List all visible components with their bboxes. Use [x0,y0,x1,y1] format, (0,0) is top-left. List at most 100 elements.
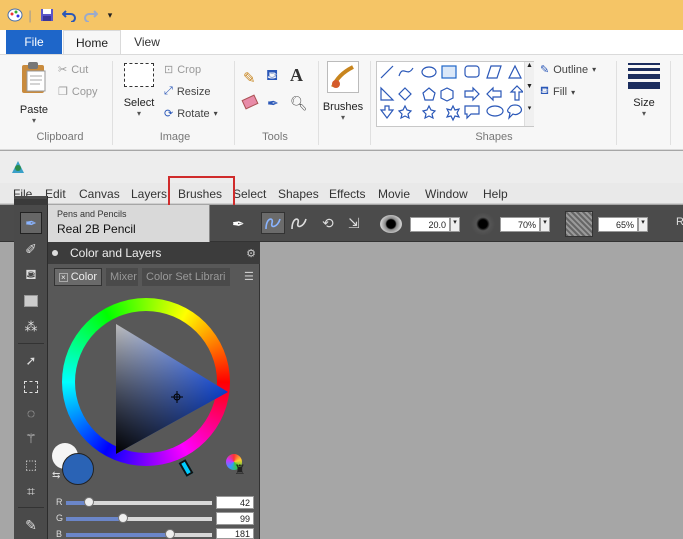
green-value-input[interactable]: 99 [216,512,254,525]
tab-color[interactable]: × Color [54,268,102,286]
panel-header[interactable]: Color and Layers ⚙ [48,242,260,264]
transform-tool-icon[interactable]: ⬚ [20,454,42,476]
blender-tool-icon[interactable]: ⁂ [20,316,42,338]
pen-tool-icon[interactable]: ✎ [20,514,42,536]
toolbox-divider [18,343,44,344]
panel-settings-icon[interactable]: ⚙ [246,247,256,260]
opacity-input[interactable]: 70% [500,217,540,232]
pencil-icon[interactable]: ✎ [243,69,256,87]
resize-button[interactable]: ⤢ Resize [164,85,210,98]
eraser-tool-icon[interactable] [20,290,42,312]
tab-view[interactable]: View [124,30,170,54]
red-value-input[interactable]: 42 [216,496,254,509]
grain-preview-icon [565,211,593,237]
opacity-dropdown-icon[interactable]: ▾ [540,217,550,232]
clone-color-icon[interactable]: ♜ [234,462,246,478]
color-picker-icon[interactable]: ✒ [267,95,279,112]
brushes-label: Brushes [322,101,364,113]
swap-colors-icon[interactable]: ⇆ [52,470,60,481]
copy-label: Copy [71,85,98,98]
dropper-tool-icon[interactable]: ✐ [20,238,42,260]
tab-file[interactable]: File [6,30,62,54]
menu-window[interactable]: Window [425,183,468,204]
panel-menu-icon[interactable]: ☰ [244,270,254,283]
red-label: R [56,497,63,507]
paste-dropdown-icon[interactable]: ▾ [32,116,36,125]
layer-adjuster-tool-icon[interactable]: ➚ [20,350,42,372]
brushes-button[interactable]: Brushes ▾ [320,61,366,127]
saturation-value-triangle[interactable] [114,322,232,458]
shapes-expand-icon[interactable]: ▾ [524,104,534,126]
brush-selector[interactable]: Pens and Pencils Real 2B Pencil [48,205,210,242]
straight-stroke-icon[interactable] [290,215,308,234]
crop-button[interactable]: ⊡ Crop [164,63,201,77]
copy-button[interactable]: ❐ Copy [58,85,98,99]
menu-edit[interactable]: Edit [45,183,66,204]
lasso-tool-icon[interactable]: ◌ [20,402,42,424]
stroke-options-icon[interactable]: ⇲ [348,215,360,232]
rectangular-selection-icon[interactable] [20,376,42,398]
save-icon[interactable] [38,6,56,24]
canvas-area[interactable] [261,242,683,539]
green-slider-fill [66,517,123,521]
paint-app-icon[interactable] [6,6,24,24]
paint-bucket-tool-icon[interactable]: ⛾ [20,264,42,286]
crop-tool-icon[interactable]: ⌗ [20,480,42,502]
copy-icon: ❐ [58,86,68,98]
reset-tool-icon[interactable]: ⟲ [322,215,334,232]
brush-tool-icon[interactable]: ✒ [232,215,245,233]
tab-home[interactable]: Home [63,30,121,55]
menu-shapes[interactable]: Shapes [278,183,319,204]
grain-dropdown-icon[interactable]: ▾ [638,217,648,232]
main-color-swatch[interactable] [62,453,94,485]
panel-collapse-icon[interactable] [52,250,58,256]
tab-color-set-libraries[interactable]: Color Set Librari [142,268,230,286]
crop-icon: ⊡ [164,64,174,76]
red-slider-knob[interactable] [84,497,95,507]
text-icon[interactable]: A [290,65,303,86]
green-slider-track[interactable] [66,517,212,521]
magic-wand-tool-icon[interactable]: ⚚ [20,428,42,450]
shapes-scroll-up-icon[interactable]: ▲ [524,62,534,83]
select-dropdown-icon[interactable]: ▾ [137,109,141,118]
shapes-group-label: Shapes [475,131,513,143]
menu-canvas[interactable]: Canvas [79,183,120,204]
shapes-gallery[interactable]: ▲ ▼ ▾ [376,61,534,127]
paste-button[interactable]: Paste ▾ [12,61,56,127]
size-button[interactable]: Size ▾ [624,61,664,127]
freehand-stroke-icon[interactable] [261,212,285,234]
blue-value-input[interactable]: 181 [216,528,254,539]
tab-mixer[interactable]: Mixer [106,268,138,286]
customize-quick-access-icon[interactable]: ▾ [104,6,116,24]
blue-slider-track[interactable] [66,533,212,537]
menu-help[interactable]: Help [483,183,508,204]
outline-button[interactable]: ✎ Outline ▾ [540,63,596,77]
grain-input[interactable]: 65% [598,217,638,232]
quick-access-separator: | [28,7,32,23]
brush-size-input[interactable]: 20.0 [410,217,450,232]
redo-icon[interactable] [82,6,100,24]
eraser-icon[interactable] [241,94,259,110]
magnifier-icon[interactable]: 🔍︎ [290,95,308,112]
fill-bucket-icon[interactable]: ⛾ [266,67,278,86]
rotate-button[interactable]: ⟳ Rotate ▾ [164,107,218,121]
brush-size-dropdown-icon[interactable]: ▾ [450,217,460,232]
blue-label: B [56,529,63,539]
shapes-scroll-down-icon[interactable]: ▼ [524,83,534,104]
green-slider-knob[interactable] [117,513,128,523]
toolbox: ✒ ✐ ⛾ ⁂ ➚ ◌ ⚚ ⬚ ⌗ ✎ [14,196,48,539]
select-button[interactable]: Select ▾ [120,63,158,125]
tab-close-icon[interactable]: × [59,272,68,282]
rotate-icon: ⟳ [164,108,174,120]
cut-label: Cut [71,63,89,76]
menu-movie[interactable]: Movie [378,183,410,204]
blue-slider-knob[interactable] [164,529,175,539]
menu-select[interactable]: Select [233,183,266,204]
menu-effects[interactable]: Effects [329,183,365,204]
hue-ring-handle[interactable] [178,459,194,477]
cut-button[interactable]: ✂ Cut [58,63,89,77]
menu-layers[interactable]: Layers [131,183,167,204]
undo-icon[interactable] [60,6,78,24]
fill-button[interactable]: ⛾ Fill ▾ [540,85,575,99]
brush-tool-icon[interactable]: ✒ [20,212,42,234]
